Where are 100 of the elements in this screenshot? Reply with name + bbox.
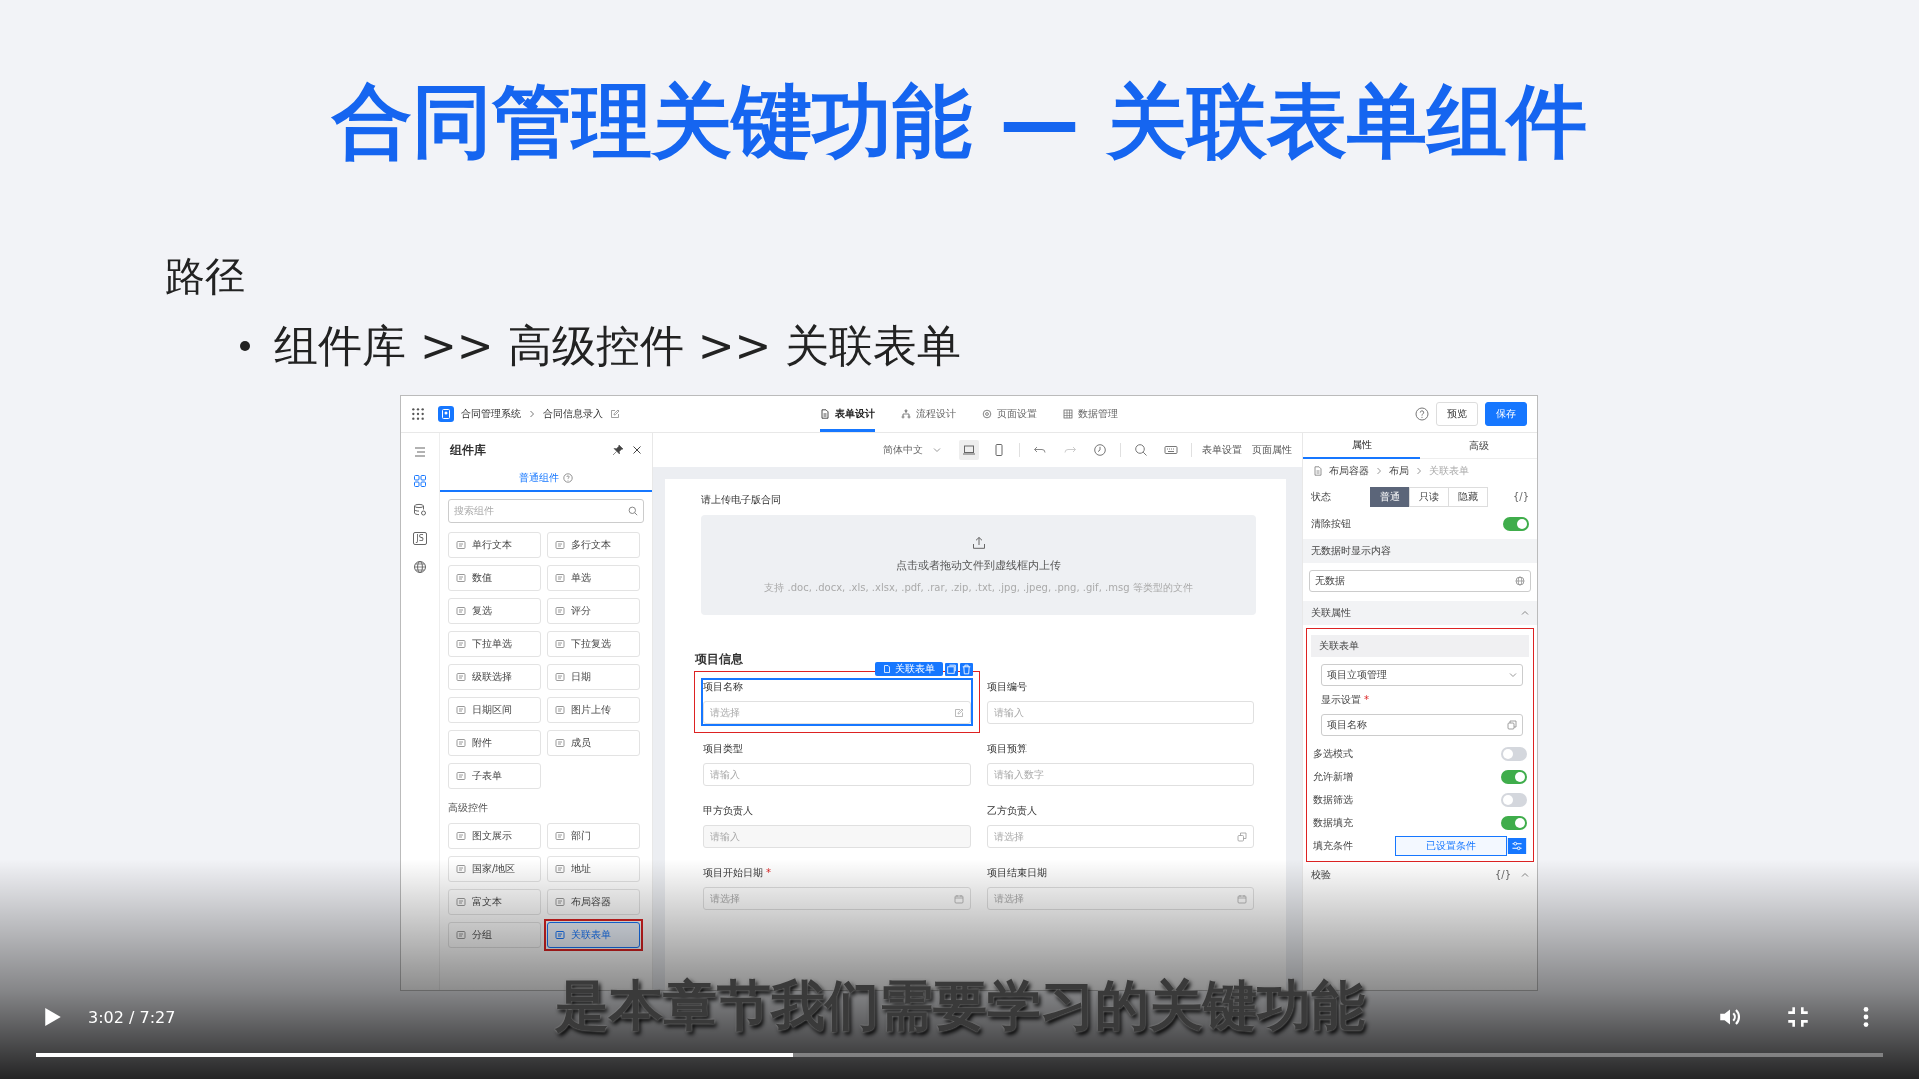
component-item[interactable]: 复选 xyxy=(448,598,541,624)
segment-option[interactable]: 隐藏 xyxy=(1448,486,1489,507)
script-button[interactable]: JS xyxy=(413,532,427,545)
toolbar-link[interactable]: 表单设置 xyxy=(1202,443,1242,457)
seek-bar[interactable] xyxy=(36,1053,1883,1057)
selected-field-frame[interactable]: 项目名称 请选择 xyxy=(701,678,973,726)
globe-icon[interactable] xyxy=(413,560,427,574)
outline-icon[interactable] xyxy=(413,445,427,459)
pin-icon[interactable] xyxy=(612,444,624,456)
section-band[interactable]: 关联属性 xyxy=(1303,601,1537,625)
component-item[interactable]: 富文本 xyxy=(448,889,541,915)
component-item[interactable]: 下拉单选 xyxy=(448,631,541,657)
property-label: 多选模式 xyxy=(1313,746,1353,761)
component-item[interactable]: 分组 xyxy=(448,922,541,948)
component-icon xyxy=(456,831,466,841)
component-icon xyxy=(456,606,466,616)
component-icon xyxy=(456,672,466,682)
property-label: 填充条件 xyxy=(1313,838,1353,853)
component-item[interactable]: 图片上传 xyxy=(547,697,640,723)
help-icon[interactable] xyxy=(563,473,573,483)
segment-option[interactable]: 只读 xyxy=(1409,486,1450,507)
toolbar-link[interactable]: 页面属性 xyxy=(1252,443,1292,457)
component-item[interactable]: 国家/地区 xyxy=(448,856,541,882)
video-subtitle: 是本章节我们需要学习的关键功能 xyxy=(554,976,1365,1036)
form-select[interactable]: 项目立项管理 xyxy=(1321,664,1523,686)
toggle-switch[interactable] xyxy=(1501,769,1527,784)
breadcrumb-item[interactable]: 布局容器 xyxy=(1329,464,1369,478)
nav-tab[interactable]: 数据管理 xyxy=(1063,396,1118,432)
close-icon[interactable] xyxy=(632,445,642,455)
component-icon xyxy=(555,705,565,715)
field-label: 项目名称 xyxy=(703,680,744,694)
toggle-switch[interactable] xyxy=(1501,746,1527,761)
panel-tab[interactable]: 属性 xyxy=(1303,433,1420,459)
copy-icon[interactable] xyxy=(944,662,958,676)
app-grid-icon[interactable] xyxy=(411,407,425,421)
nav-tab[interactable]: 页面设置 xyxy=(982,396,1037,432)
component-icon xyxy=(555,897,565,907)
play-icon[interactable] xyxy=(44,1007,62,1027)
app-name[interactable]: 合同管理系统 xyxy=(461,407,521,421)
field-label: 显示设置 * xyxy=(1321,693,1370,707)
component-badge[interactable]: 关联表单 xyxy=(874,662,943,676)
field-label: 项目开始日期 * xyxy=(703,866,772,880)
edit-icon[interactable] xyxy=(610,409,620,419)
component-item[interactable]: 附件 xyxy=(448,730,541,756)
input-field[interactable]: 项目名称 xyxy=(1321,714,1523,736)
sliders-icon[interactable] xyxy=(1507,837,1527,854)
input-field[interactable]: 无数据 xyxy=(1309,570,1531,592)
component-item[interactable]: 下拉复选 xyxy=(547,631,640,657)
page-name[interactable]: 合同信息录入 xyxy=(543,407,603,421)
nav-tab[interactable]: 流程设计 xyxy=(901,396,956,432)
component-item[interactable]: 部门 xyxy=(547,823,640,849)
caret-icon xyxy=(933,446,941,454)
component-item[interactable]: 级联选择 xyxy=(448,664,541,690)
segment-option[interactable]: 普通 xyxy=(1370,486,1411,507)
field-label: 项目编号 xyxy=(986,680,1028,694)
expression-button[interactable]: {/} xyxy=(1512,491,1529,502)
component-item[interactable]: 日期区间 xyxy=(448,697,541,723)
property-label: 校验 xyxy=(1311,867,1331,882)
upload-area[interactable]: 点击或者拖动文件到虚线框内上传 支持 .doc, .docx, .xls, .xlsx, .pdf, .rar, .zip, .txt, .jpg, .jpeg, .png, .gif, .msg 等类型的文件 xyxy=(701,515,1256,615)
trash-icon[interactable] xyxy=(959,662,973,676)
component-item[interactable]: 地址 xyxy=(547,856,640,882)
save-button[interactable]: 保存 xyxy=(1485,402,1527,426)
library-tab[interactable]: 普通组件 xyxy=(519,467,573,490)
language-select[interactable]: 简体中文 xyxy=(883,443,941,457)
bullet-icon xyxy=(240,341,250,351)
component-item[interactable]: 子表单 xyxy=(448,763,541,789)
upload-hint: 点击或者拖动文件到虚线框内上传 xyxy=(896,557,1061,573)
component-item[interactable]: 成员 xyxy=(547,730,640,756)
component-item[interactable]: 多行文本 xyxy=(547,532,640,558)
component-item[interactable]: 评分 xyxy=(547,598,640,624)
preview-button[interactable]: 预览 xyxy=(1436,402,1478,426)
component-icon xyxy=(555,639,565,649)
component-item[interactable]: 数值 xyxy=(448,565,541,591)
calendar-icon[interactable] xyxy=(953,893,964,904)
upload-formats: 支持 .doc, .docx, .xls, .xlsx, .pdf, .rar, .zip, .txt, .jpg, .jpeg, .png, .gif, .msg 等类型的文件 xyxy=(764,580,1193,595)
field-label: 甲方负责人 xyxy=(703,804,754,818)
component-item[interactable]: 图文展示 xyxy=(448,823,541,849)
toggle-switch[interactable] xyxy=(1503,516,1529,531)
section-label: 关联表单 xyxy=(1319,639,1359,653)
globe-icon[interactable] xyxy=(1515,576,1525,586)
component-icon xyxy=(456,705,466,715)
help-icon[interactable] xyxy=(1415,407,1429,421)
component-item[interactable]: 单行文本 xyxy=(448,532,541,558)
panel-tab[interactable]: 高级 xyxy=(1420,433,1537,459)
exit-fullscreen-icon[interactable] xyxy=(1785,1004,1811,1030)
database-icon[interactable] xyxy=(413,503,427,517)
component-item[interactable]: 单选 xyxy=(547,565,640,591)
breadcrumb-item[interactable]: 布局 xyxy=(1389,464,1409,478)
toggle-switch[interactable] xyxy=(1501,815,1527,830)
expression-button[interactable]: {/} xyxy=(1494,869,1511,880)
component-item[interactable]: 布局容器 xyxy=(547,889,640,915)
laptop-icon[interactable] xyxy=(959,440,979,460)
copy-icon[interactable] xyxy=(1507,720,1517,730)
component-item[interactable]: 日期 xyxy=(547,664,640,690)
calendar-icon[interactable] xyxy=(1237,893,1247,904)
component-icon xyxy=(456,738,466,748)
chevron-up-icon[interactable] xyxy=(1521,870,1529,879)
toggle-switch[interactable] xyxy=(1501,792,1527,807)
condition-button[interactable]: 已设置条件 xyxy=(1395,835,1507,856)
grid-icon[interactable] xyxy=(413,474,427,488)
